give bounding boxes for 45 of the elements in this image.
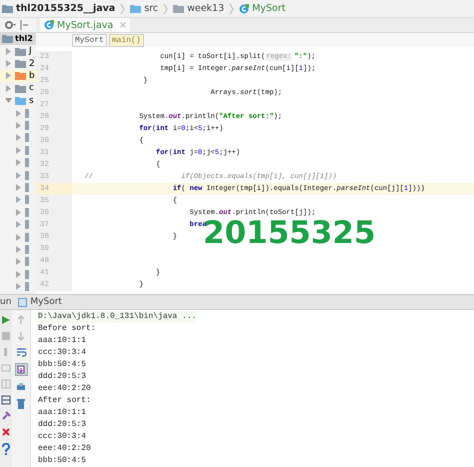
tree-item[interactable]: b (29, 70, 35, 81)
run-config-tab[interactable]: MySort (30, 297, 62, 307)
selected-row[interactable]: b (0, 70, 36, 82)
panel-title: un (0, 297, 12, 307)
run-icon[interactable] (1, 315, 11, 325)
console-line: ddd:20:5:3 (38, 371, 88, 383)
breadcrumb-item[interactable]: MySort (252, 3, 286, 14)
console-line: bbb:50:4:5 (38, 359, 88, 371)
tree-item[interactable]: 2 (29, 58, 35, 69)
code-breadcrumb[interactable]: main() (108, 34, 144, 46)
breadcrumb-item[interactable]: src (144, 3, 158, 14)
tree-item[interactable]: s (29, 96, 34, 106)
trash-icon[interactable] (16, 398, 26, 409)
console-line: aaa:10:1:1 (38, 335, 88, 347)
console-line: Before sort: (38, 323, 97, 335)
soft-wrap-icon[interactable] (16, 347, 26, 357)
chevron-icon (229, 2, 234, 14)
chevron-icon (120, 2, 126, 14)
close-icon[interactable] (1, 427, 11, 437)
settings-icon[interactable] (4, 20, 16, 30)
console-line: ccc:30:3:4 (38, 347, 88, 359)
print-icon[interactable] (16, 382, 26, 392)
help-icon[interactable] (1, 443, 11, 455)
console-line: ccc:30:3:4 (38, 431, 88, 443)
scroll-to-end-icon[interactable] (14, 363, 28, 376)
project-icon (2, 34, 13, 43)
window-icon (18, 298, 28, 306)
breadcrumb-item[interactable]: week13 (187, 3, 224, 14)
console-line: ddd:20:5:3 (38, 419, 88, 431)
console-line: bbb:50:4:5 (38, 455, 88, 467)
console-line: eee:40:2:20 (38, 443, 92, 455)
tree-item[interactable]: c (29, 83, 34, 94)
breadcrumb-item[interactable]: thl20155325__java (16, 3, 116, 14)
collapse-icon[interactable] (20, 20, 28, 30)
project-icon (2, 4, 13, 13)
code-breadcrumb[interactable]: MySort (72, 34, 107, 46)
class-icon (44, 20, 54, 30)
close-icon (120, 22, 126, 28)
console-line: eee:40:2:20 (38, 383, 92, 395)
editor-tab[interactable]: MySort.java (40, 18, 130, 32)
tree-item[interactable]: J (29, 46, 32, 56)
chevron-icon (163, 2, 168, 14)
console-line: aaa:10:1:1 (38, 407, 88, 419)
class-icon (239, 4, 250, 14)
console-line: After sort: (38, 395, 92, 407)
